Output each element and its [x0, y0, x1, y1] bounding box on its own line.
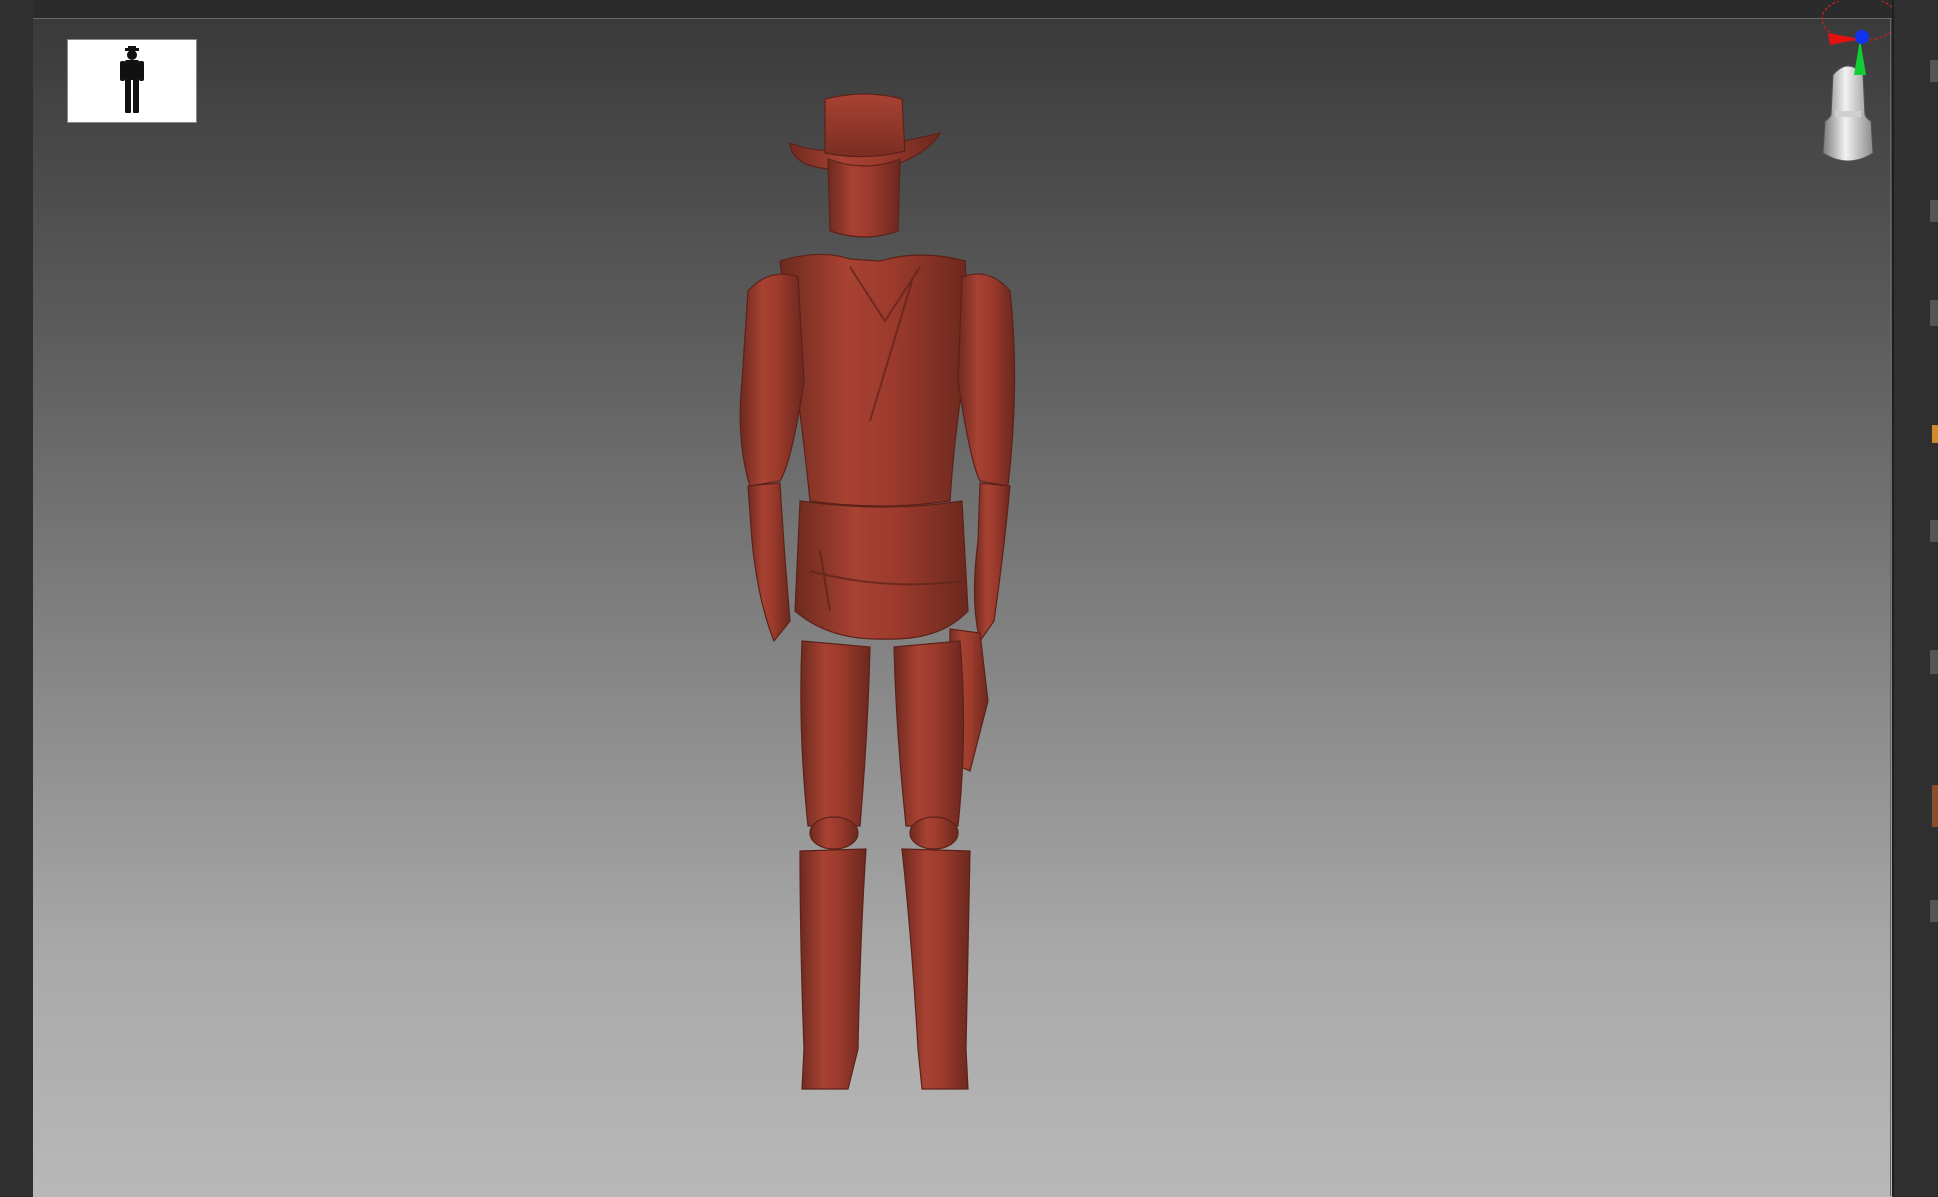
viewport-right-border: [1890, 18, 1891, 1196]
tray-handle[interactable]: [1930, 520, 1938, 542]
navigator-thumbnail[interactable]: [67, 39, 197, 123]
figure-silhouette-icon: [120, 46, 144, 113]
tray-marker[interactable]: [1932, 785, 1938, 827]
tray-handle[interactable]: [1930, 200, 1938, 222]
right-tray[interactable]: [1892, 0, 1938, 1196]
axis-gizmo-icon[interactable]: [1820, 0, 1900, 91]
tray-handle[interactable]: [1930, 60, 1938, 82]
tray-divider: [1892, 0, 1894, 1196]
tray-marker[interactable]: [1932, 425, 1938, 443]
left-shelf: [0, 0, 33, 1196]
tray-handle[interactable]: [1930, 650, 1938, 674]
top-toolbar-strip: [0, 0, 1938, 18]
tray-handle[interactable]: [1930, 300, 1938, 326]
model-cowboy-figure[interactable]: [680, 81, 1080, 1101]
document-viewport[interactable]: [33, 0, 1899, 1197]
tray-handle[interactable]: [1930, 900, 1938, 922]
